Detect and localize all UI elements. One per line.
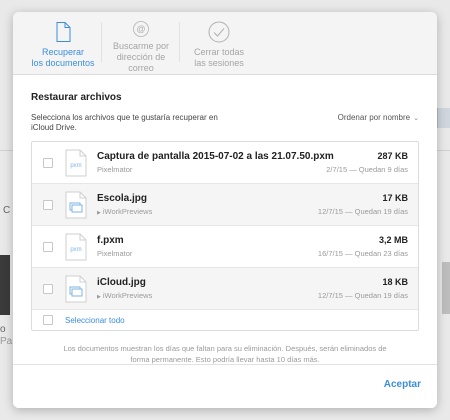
tab-label: los documentos bbox=[31, 58, 95, 68]
document-icon bbox=[56, 22, 71, 42]
disclosure-triangle-icon: ▶ bbox=[97, 294, 101, 300]
list-item[interactable]: pxm Captura de pantalla 2015-07-02 a las… bbox=[32, 142, 418, 184]
file-name: f.pxm bbox=[97, 235, 124, 246]
pxm-file-icon: pxm bbox=[65, 233, 87, 260]
tab-bar: Recuperar los documentos @ Buscarme por … bbox=[13, 12, 437, 75]
file-app: Pixelmator bbox=[97, 249, 133, 258]
file-size: 18 KB bbox=[382, 277, 408, 287]
background-thumbnail bbox=[442, 262, 450, 314]
file-date-remaining: 2/7/15 — Quedan 9 días bbox=[326, 165, 408, 174]
file-name: iCloud.jpg bbox=[97, 277, 146, 288]
restore-files-dialog: Recuperar los documentos @ Buscarme por … bbox=[13, 12, 437, 408]
file-checkbox[interactable] bbox=[43, 199, 53, 210]
background-text: Pa bbox=[0, 336, 13, 347]
file-date-remaining: 16/7/15 — Quedan 23 días bbox=[317, 249, 408, 258]
file-app: Pixelmator bbox=[97, 165, 133, 174]
file-size: 17 KB bbox=[382, 193, 408, 203]
tab-find-by-email[interactable]: @ Buscarme por dirección de correo bbox=[101, 12, 177, 74]
file-name: Escola.jpg bbox=[97, 193, 148, 204]
background-text: C bbox=[3, 205, 11, 216]
background-text: o bbox=[0, 324, 6, 335]
tab-label: Recuperar bbox=[41, 47, 85, 57]
sort-dropdown[interactable]: Ordenar por nombre ⌄ bbox=[338, 113, 419, 122]
tab-label: las sesiones bbox=[194, 58, 244, 68]
chevron-down-icon: ⌄ bbox=[413, 114, 419, 122]
select-all-row: Seleccionar todo bbox=[32, 310, 418, 330]
file-name: Captura de pantalla 2015-07-02 a las 21.… bbox=[97, 151, 334, 162]
svg-text:pxm: pxm bbox=[70, 163, 81, 169]
select-all-link[interactable]: Seleccionar todo bbox=[65, 316, 125, 325]
tab-label: Cerrar todas bbox=[193, 47, 245, 57]
section-description: Selecciona los archivos que te gustaría … bbox=[31, 113, 218, 132]
list-item[interactable]: Escola.jpg 17 KB ▶ iWorkPreviews 12/7/15 … bbox=[32, 184, 418, 226]
section-title: Restaurar archivos bbox=[31, 92, 122, 103]
footnote: Los documentos muestran los días que fal… bbox=[63, 344, 387, 364]
file-checkbox[interactable] bbox=[43, 241, 53, 252]
list-item[interactable]: pxm f.pxm 3,2 MB Pixelmator 16/7/15 — Qu… bbox=[32, 226, 418, 268]
list-item[interactable]: iCloud.jpg 18 KB ▶ iWorkPreviews 12/7/15 … bbox=[32, 268, 418, 310]
file-app: iWorkPreviews bbox=[102, 207, 153, 216]
svg-text:@: @ bbox=[136, 24, 145, 34]
image-file-icon bbox=[65, 191, 87, 218]
file-app: iWorkPreviews bbox=[102, 291, 153, 300]
file-checkbox[interactable] bbox=[43, 283, 53, 294]
expand-versions-toggle[interactable]: ▶ iWorkPreviews bbox=[97, 207, 152, 216]
file-list: pxm Captura de pantalla 2015-07-02 a las… bbox=[31, 141, 419, 331]
select-all-checkbox[interactable] bbox=[43, 315, 53, 325]
file-size: 3,2 MB bbox=[378, 235, 408, 245]
pxm-file-icon: pxm bbox=[65, 149, 87, 176]
tab-sign-out-all[interactable]: Cerrar todas las sesiones bbox=[179, 12, 255, 74]
svg-text:pxm: pxm bbox=[70, 247, 81, 253]
file-date-remaining: 12/7/15 — Quedan 19 días bbox=[317, 291, 408, 300]
expand-versions-toggle[interactable]: ▶ iWorkPreviews bbox=[97, 291, 152, 300]
tab-label: dirección de correo bbox=[116, 52, 166, 73]
disclosure-triangle-icon: ▶ bbox=[97, 210, 101, 216]
sort-label: Ordenar por nombre bbox=[337, 113, 411, 122]
image-file-icon bbox=[65, 275, 87, 302]
tab-label: Buscarme por bbox=[112, 41, 170, 51]
file-date-remaining: 12/7/15 — Quedan 19 días bbox=[317, 207, 408, 216]
checkmark-icon bbox=[208, 21, 230, 43]
at-icon: @ bbox=[133, 21, 149, 37]
background-thumbnail bbox=[0, 255, 10, 315]
file-size: 287 KB bbox=[377, 151, 408, 161]
file-checkbox[interactable] bbox=[43, 157, 53, 168]
accept-button[interactable]: Aceptar bbox=[384, 379, 421, 390]
tab-recover-documents[interactable]: Recuperar los documentos bbox=[27, 12, 99, 74]
background-field bbox=[437, 108, 450, 128]
dialog-footer: Aceptar bbox=[13, 364, 437, 408]
